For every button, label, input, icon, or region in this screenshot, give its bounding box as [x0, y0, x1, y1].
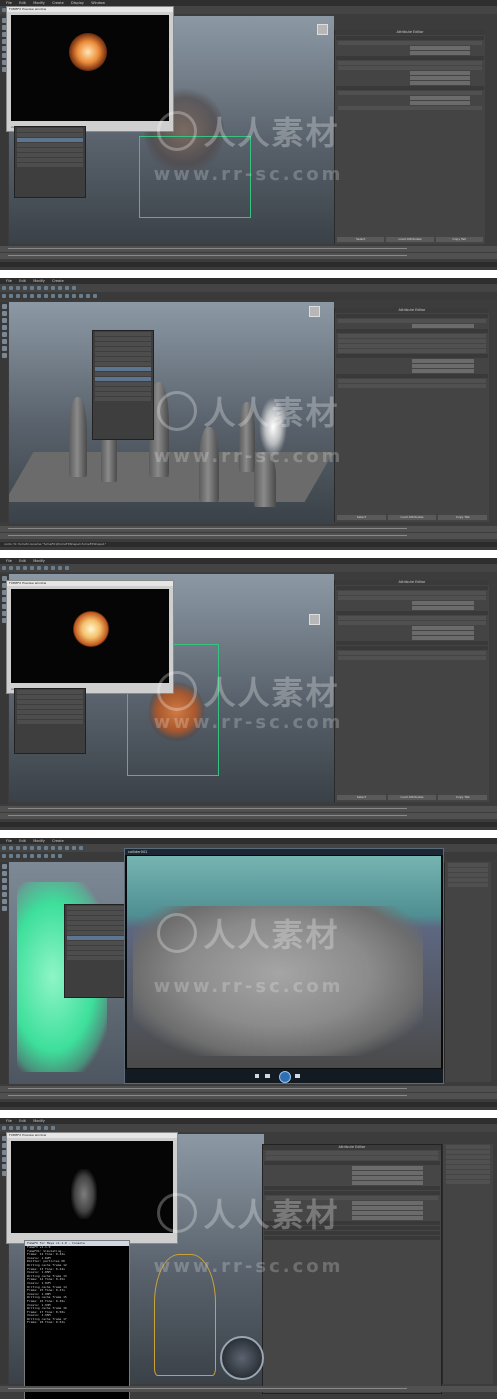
time-slider[interactable] [0, 806, 497, 812]
view-cube[interactable] [317, 24, 328, 35]
play-pause-button[interactable] [279, 1071, 291, 1083]
fumefx-logo [220, 1336, 264, 1380]
range-slider[interactable] [0, 813, 497, 819]
command-line[interactable] [0, 262, 497, 267]
tool-box [0, 302, 8, 522]
attribute-editor[interactable]: Attribute Editor Select Load Attributes Co… [334, 580, 489, 802]
video-player-window[interactable]: collider002 [124, 848, 444, 1084]
load-attributes-button[interactable]: Load Attributes [386, 237, 434, 242]
attribute-editor[interactable]: Attribute Editor Select Load Attributes Co… [334, 308, 489, 522]
select-button[interactable]: Select [337, 795, 386, 800]
status-line [0, 564, 497, 572]
load-attributes-button[interactable]: Load Attributes [387, 795, 437, 800]
watermark-url: www.rr-sc.com [153, 446, 344, 467]
attribute-editor-title: Attribute Editor [263, 1145, 441, 1150]
range-slider[interactable] [0, 253, 497, 259]
outliner-panel[interactable] [92, 330, 154, 440]
copy-tab-button[interactable]: Copy Tab [438, 515, 488, 520]
watermark-url: www.rr-sc.com [153, 1256, 344, 1277]
command-line[interactable] [0, 822, 497, 827]
render-image [11, 589, 169, 683]
next-button[interactable] [295, 1074, 300, 1078]
render-preview-window[interactable]: FUMEFX Preview window output: 184/200 [6, 580, 174, 694]
shelf-row [0, 292, 497, 300]
console-line: Frame: 18 Time: 0.52s [27, 1320, 65, 1325]
video-frame [127, 856, 441, 1068]
render-image [11, 1141, 173, 1233]
command-line[interactable] [0, 1102, 497, 1107]
copy-tab-button[interactable]: Copy Tab [438, 795, 488, 800]
viewport-3d[interactable] [9, 302, 334, 524]
attribute-editor[interactable] [444, 862, 491, 1082]
smoke-render [71, 1169, 97, 1219]
maya-panel-4: File Edit Modify Create collider002 [0, 838, 497, 1110]
player-title: collider002 [125, 849, 443, 855]
fireball-render [73, 611, 109, 647]
maya-panel-3: File Edit Modify FUMEFX Preview window o… [0, 558, 497, 830]
render-image [11, 15, 169, 121]
outliner-panel[interactable] [14, 126, 86, 198]
attribute-editor-title: Attribute Editor [335, 580, 489, 585]
range-slider[interactable] [0, 1093, 497, 1099]
watermark-url: www.rr-sc.com [153, 976, 344, 997]
select-button[interactable]: Select [337, 237, 385, 242]
view-cube[interactable] [309, 614, 320, 625]
attribute-editor[interactable]: Attribute Editor Select Load Attributes Co… [334, 30, 485, 244]
watermark-url: www.rr-sc.com [153, 164, 344, 185]
select-button[interactable]: Select [337, 515, 386, 520]
copy-tab-button[interactable]: Copy Tab [435, 237, 483, 242]
player-controls [125, 1069, 443, 1083]
attribute-editor-title: Attribute Editor [335, 308, 489, 313]
time-slider[interactable] [0, 526, 497, 532]
watermark-url: www.rr-sc.com [153, 712, 344, 733]
load-attributes-button[interactable]: Load Attributes [387, 515, 437, 520]
stop-button[interactable] [255, 1074, 259, 1078]
tool-box [0, 862, 8, 1084]
command-line[interactable]: undo: fx: fumefx:rename "fumeFX1|fumeFXS… [0, 542, 497, 547]
fireball-render [69, 33, 107, 71]
render-preview-window[interactable]: FUMEFX Preview window [6, 1132, 178, 1244]
render-window-title: FUMEFX Preview window [7, 581, 173, 586]
time-slider[interactable] [0, 1386, 497, 1392]
time-slider[interactable] [0, 246, 497, 252]
render-window-title: FUMEFX Preview window [7, 7, 173, 12]
attribute-editor-title: Attribute Editor [335, 30, 485, 35]
status-line [0, 284, 497, 292]
view-cube[interactable] [309, 306, 320, 317]
render-preview-window[interactable]: FUMEFX Preview window output: 160/200 [6, 6, 174, 132]
range-slider[interactable] [0, 533, 497, 539]
maya-panel-2: File Edit Modify Create Attribute Editor… [0, 278, 497, 550]
maya-panel-1: File Edit Modify Create Display Window F… [0, 0, 497, 270]
prev-button[interactable] [265, 1074, 270, 1078]
time-slider[interactable] [0, 1086, 497, 1092]
status-line [0, 1124, 497, 1132]
render-window-title: FUMEFX Preview window [7, 1133, 177, 1138]
